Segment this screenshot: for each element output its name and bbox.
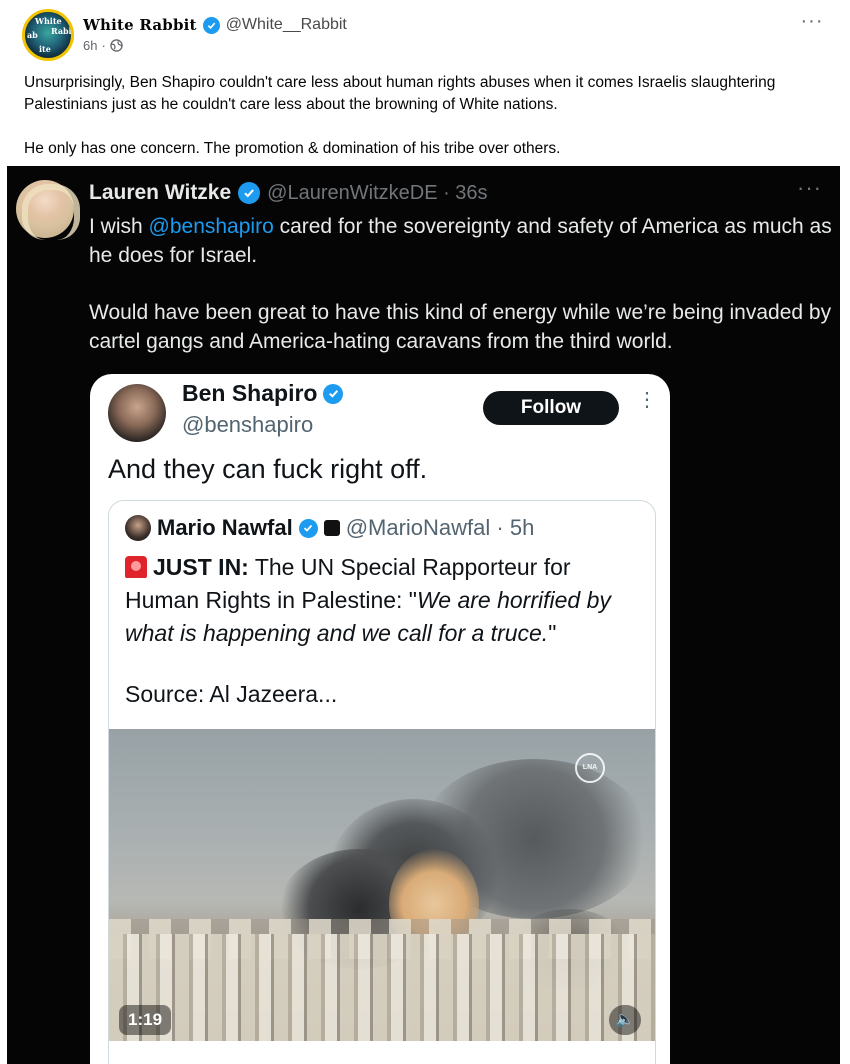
post-more-options-button[interactable]: ···: [798, 11, 826, 36]
affiliate-badge-icon: [323, 520, 340, 536]
inner-author-name: Ben Shapiro: [182, 380, 318, 406]
verified-badge-icon: [323, 383, 344, 404]
inner-tweet-card: Ben Shapiro @benshapiro Follow ⋮ And the…: [90, 374, 670, 1064]
post-body: Unsurprisingly, Ben Shapiro couldn't car…: [24, 72, 824, 160]
quoted-author-line: Mario Nawfal @MarioNawfal · 5h: [125, 515, 534, 541]
inner-tweet-text: And they can fuck right off.: [108, 454, 428, 484]
inner-author-handle: @benshapiro: [182, 412, 314, 437]
embedded-author-name: Lauren Witzke: [89, 181, 232, 204]
author-handle[interactable]: @White__Rabbit: [226, 16, 347, 34]
author-avatar[interactable]: White ab Rabbit ite: [22, 9, 74, 61]
embedded-tweet-text: I wish @benshapiro cared for the soverei…: [89, 212, 834, 356]
quoted-author-handle: @MarioNawfal · 5h: [345, 515, 535, 540]
quoted-tweet: Mario Nawfal @MarioNawfal · 5h JUST IN: …: [108, 500, 656, 1064]
video-duration: 1:19: [119, 1005, 172, 1035]
embedded-author-line: Lauren Witzke @LaurenWitzkeDE · 36s: [89, 181, 488, 205]
post-paragraph: Unsurprisingly, Ben Shapiro couldn't car…: [24, 74, 776, 113]
verified-badge-icon: [202, 16, 220, 34]
video-thumbnail: LNA 1:19 🔈: [109, 729, 655, 1041]
ben-shapiro-avatar: [108, 384, 166, 442]
follow-button: Follow: [483, 391, 619, 425]
mute-icon: 🔈: [609, 1005, 641, 1035]
embedded-more-icon: ···: [797, 175, 822, 200]
inner-author-line: Ben Shapiro: [182, 380, 344, 407]
quoted-text-bold: JUST IN:: [153, 554, 249, 580]
mention-link: @benshapiro: [148, 215, 274, 238]
globe-icon: [110, 39, 123, 52]
text-span: I wish: [89, 215, 149, 238]
city-buildings: [109, 934, 655, 1041]
post-header: White ab Rabbit ite White Rabbit @White_…: [0, 0, 850, 66]
inner-more-icon: ⋮: [637, 389, 657, 411]
mario-nawfal-avatar: [125, 515, 151, 541]
quoted-tweet-text: JUST IN: The UN Special Rapporteur for H…: [125, 551, 645, 650]
video-logo: LNA: [575, 753, 605, 783]
siren-icon: [125, 556, 147, 578]
quoted-source: Source: Al Jazeera...: [125, 681, 338, 707]
post-paragraph: He only has one concern. The promotion &…: [24, 140, 561, 157]
quoted-author-name: Mario Nawfal: [157, 515, 293, 540]
embedded-paragraph: I wish @benshapiro cared for the soverei…: [89, 212, 834, 270]
author-name[interactable]: White Rabbit: [83, 16, 197, 34]
embedded-paragraph: Would have been great to have this kind …: [89, 301, 832, 353]
verified-badge-icon: [238, 182, 261, 204]
verified-badge-icon: [298, 518, 318, 538]
meta-separator: ·: [101, 38, 106, 53]
author-line: White Rabbit @White__Rabbit: [83, 14, 347, 36]
post-meta: 6h ·: [83, 38, 123, 53]
post-timestamp[interactable]: 6h: [83, 38, 97, 53]
quoted-text-end: ": [548, 620, 557, 646]
embedded-author-handle: @LaurenWitzkeDE · 36s: [267, 181, 488, 204]
embedded-screenshot[interactable]: Lauren Witzke @LaurenWitzkeDE · 36s ··· …: [7, 166, 840, 1064]
lauren-witzke-avatar: [16, 180, 80, 240]
